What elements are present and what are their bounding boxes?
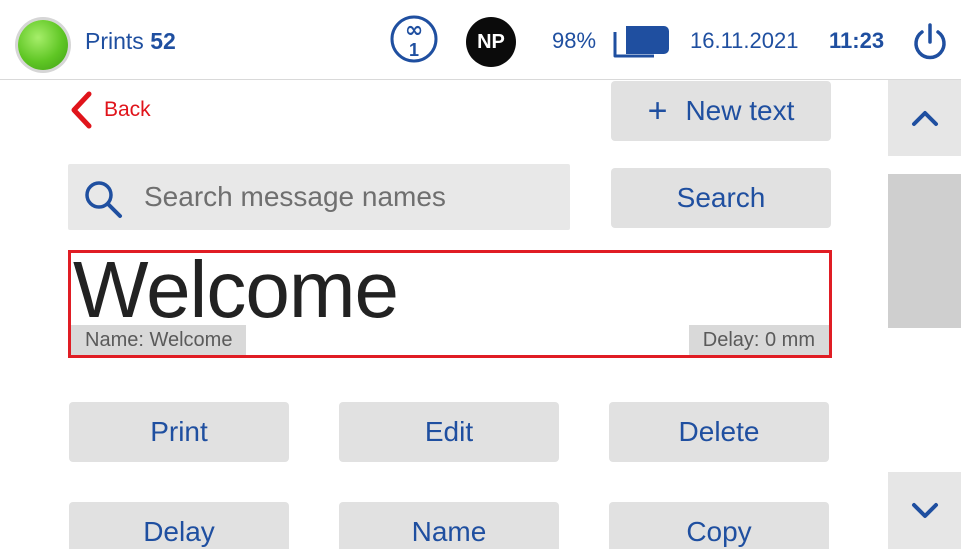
message-preview-text: Welcome [73,245,399,334]
message-card-welcome[interactable]: Welcome Name: Welcome Delay: 0 mm [68,245,832,358]
scroll-down-button[interactable] [888,472,961,549]
scroll-up-button[interactable] [888,80,961,156]
chevron-left-icon [71,91,92,129]
status-bar: Prints 52 ∞ 1 NP 98% 16.11.2021 11:23 [0,0,961,80]
copy-button-label: Copy [686,516,752,547]
counter-bottom-text: 1 [409,40,419,60]
delay-button[interactable]: Delay [69,502,289,549]
search-button[interactable]: Search [611,168,831,228]
message-name-tag: Name: Welcome [71,325,247,355]
copy-button[interactable]: Copy [609,502,829,549]
print-button-label: Print [150,416,208,447]
delete-button-label: Delete [678,416,760,447]
search-field[interactable] [68,164,570,230]
back-button[interactable]: Back [68,88,151,132]
status-indicator-icon [18,20,68,70]
name-button[interactable]: Name [339,502,559,549]
scrollbar-thumb[interactable] [888,174,961,328]
search-icon [85,181,122,218]
delete-button[interactable]: Delete [609,402,829,462]
prints-label: Prints [85,28,144,54]
chevron-up-icon [911,111,938,126]
new-text-label: New text [685,95,795,126]
search-button-label: Search [676,182,766,213]
new-text-button[interactable]: + New text [611,81,831,141]
prints-count: 52 [150,28,176,54]
ink-level: 98% [552,28,597,53]
ink-cartridge-icon [613,26,669,58]
np-badge[interactable]: NP [466,17,516,67]
message-delay-tag: Delay: 0 mm [688,325,829,355]
edit-button[interactable]: Edit [339,402,559,462]
search-input[interactable] [144,164,560,230]
edit-button-label: Edit [424,416,474,447]
prints-counter: Prints 52 [85,28,176,55]
back-label: Back [104,98,151,121]
time-display: 11:23 [829,28,885,53]
power-icon[interactable] [910,22,950,62]
delay-button-label: Delay [143,516,215,547]
plus-icon: + [647,92,668,130]
name-button-label: Name [411,516,487,547]
infinity-counter-icon[interactable]: ∞ 1 [389,14,439,64]
date-display: 16.11.2021 [690,28,799,53]
chevron-down-icon [911,502,938,518]
print-button[interactable]: Print [69,402,289,462]
